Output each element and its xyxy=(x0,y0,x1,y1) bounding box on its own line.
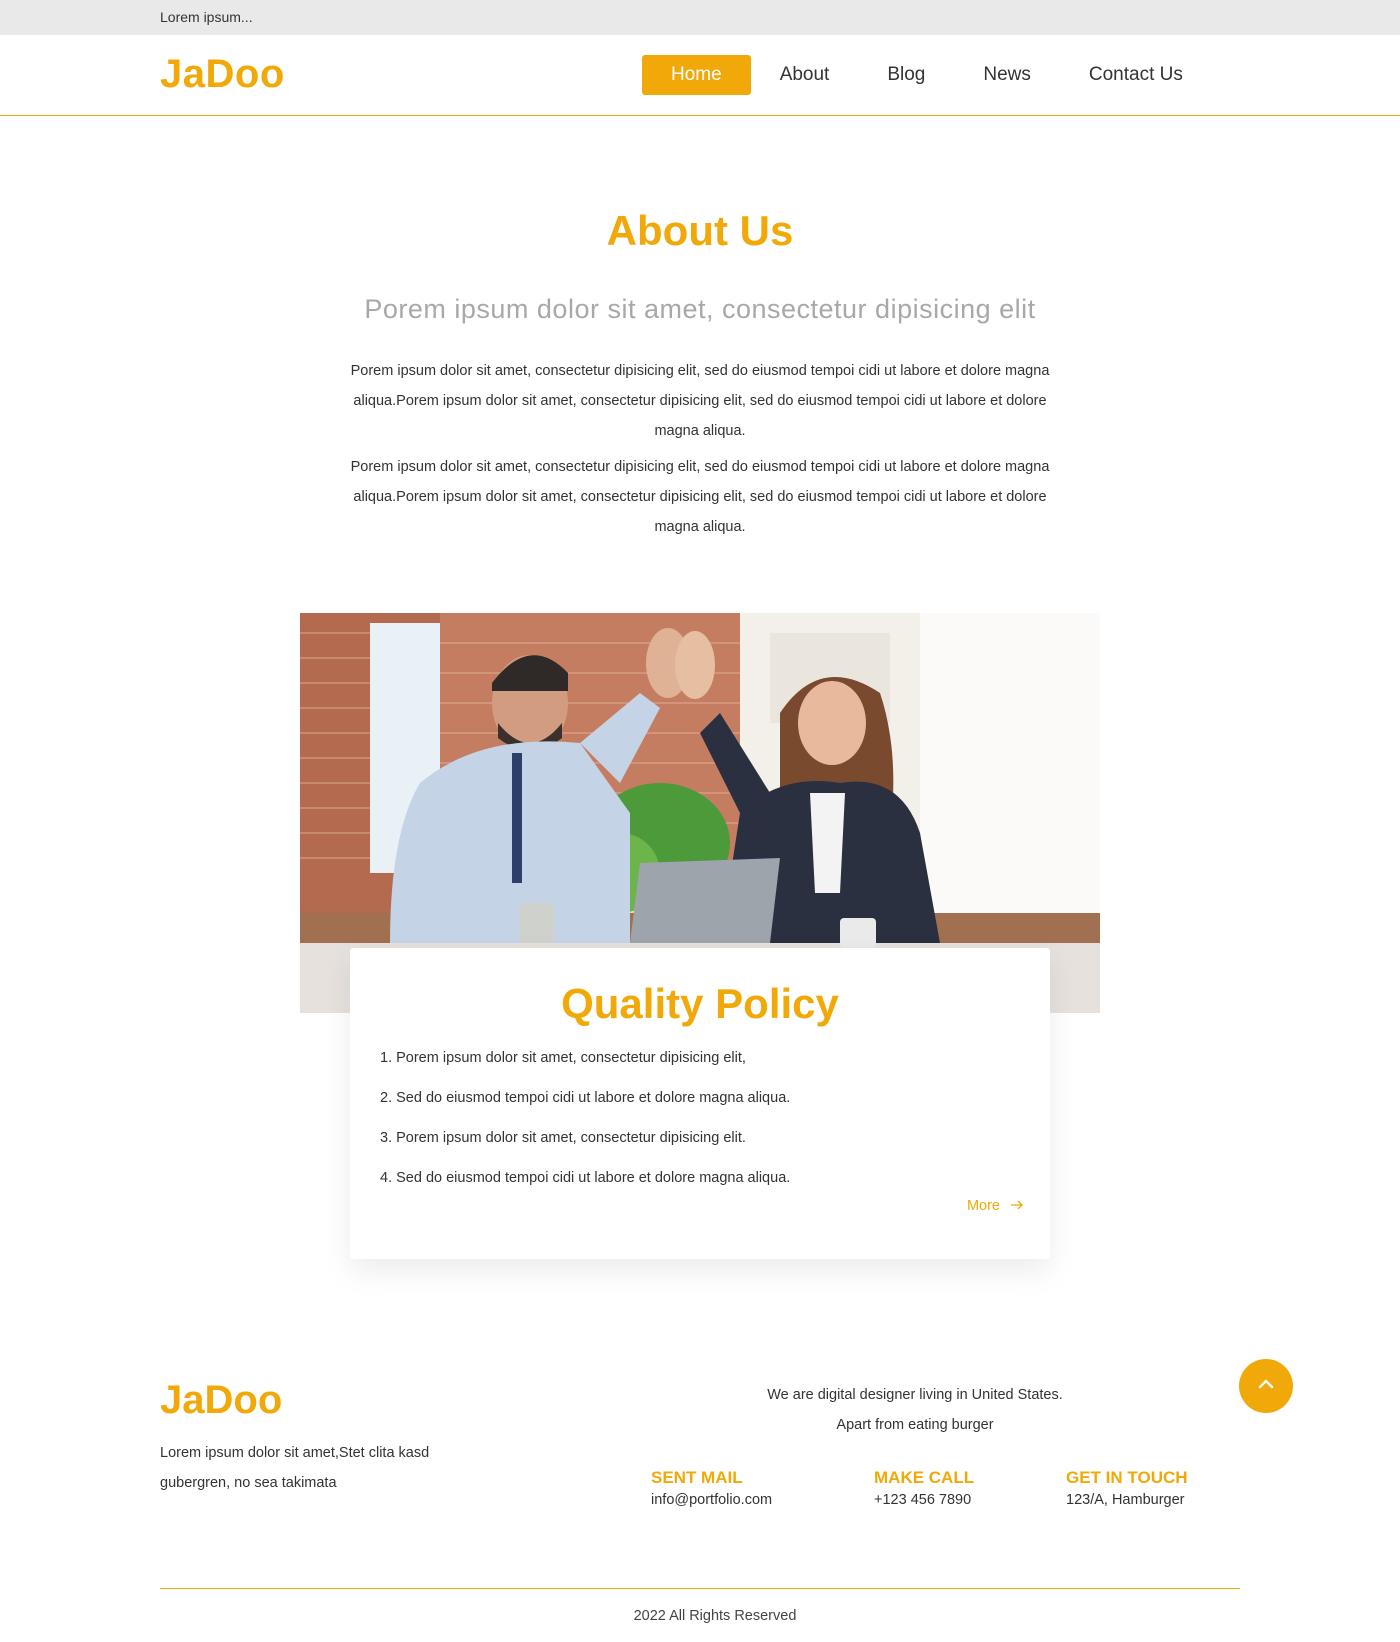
chevron-up-icon xyxy=(1257,1377,1275,1395)
nav-news[interactable]: News xyxy=(954,55,1060,95)
copyright: 2022 All Rights Reserved xyxy=(633,1608,797,1624)
about-title: About Us xyxy=(606,207,794,254)
more-label: More xyxy=(966,1198,1000,1214)
nav-home[interactable]: Home xyxy=(642,55,751,95)
contact-mail-heading: SENT MAIL xyxy=(651,1468,743,1487)
nav-blog[interactable]: Blog xyxy=(858,55,954,95)
contact-address: GET IN TOUCH 123/A, Hamburger xyxy=(1066,1468,1188,1508)
about-paragraph-1: Porem ipsum dolor sit amet, consectetur … xyxy=(350,363,1050,439)
quality-policy-card: Quality Policy 1. Porem ipsum dolor sit … xyxy=(350,948,1050,1259)
footer-tagline-line-1: We are digital designer living in United… xyxy=(767,1387,1063,1403)
contact-mail: SENT MAIL info@portfolio.com xyxy=(651,1468,772,1508)
footer-tagline-line-2: Apart from eating burger xyxy=(836,1417,994,1433)
contact-mail-value[interactable]: info@portfolio.com xyxy=(651,1492,772,1508)
about-subtitle: Porem ipsum dolor sit amet, consectetur … xyxy=(364,294,1036,324)
arrow-right-icon xyxy=(1010,1198,1024,1214)
top-bar-text: Lorem ipsum... xyxy=(160,9,253,25)
list-item: 2. Sed do eiusmod tempoi cidi ut labore … xyxy=(380,1090,791,1106)
footer-description: Lorem ipsum dolor sit amet,Stet clita ka… xyxy=(160,1445,430,1491)
more-link[interactable]: More xyxy=(967,1198,1024,1214)
contact-address-value: 123/A, Hamburger xyxy=(1066,1492,1185,1508)
list-item: 3. Porem ipsum dolor sit amet, consectet… xyxy=(380,1130,746,1146)
site-header: JaDoo Home About Blog News Contact Us xyxy=(0,35,1400,116)
main-nav: Home About Blog News Contact Us xyxy=(642,55,1212,95)
scroll-to-top-button[interactable] xyxy=(1239,1359,1293,1413)
footer-divider xyxy=(160,1588,1240,1589)
footer-logo[interactable]: JaDoo xyxy=(160,1378,282,1423)
quality-policy-list: 1. Porem ipsum dolor sit amet, consectet… xyxy=(380,1048,790,1208)
logo[interactable]: JaDoo xyxy=(160,52,285,97)
footer-tagline: We are digital designer living in United… xyxy=(700,1380,1130,1440)
list-item: 4. Sed do eiusmod tempoi cidi ut labore … xyxy=(380,1170,791,1186)
about-paragraph-2: Porem ipsum dolor sit amet, consectetur … xyxy=(350,459,1050,535)
list-item: 1. Porem ipsum dolor sit amet, consectet… xyxy=(380,1050,746,1066)
nav-about[interactable]: About xyxy=(751,55,859,95)
top-bar: Lorem ipsum... xyxy=(0,0,1400,35)
contact-address-heading: GET IN TOUCH xyxy=(1066,1468,1188,1487)
quality-policy-title: Quality Policy xyxy=(561,980,839,1027)
contact-call: MAKE CALL +123 456 7890 xyxy=(874,1468,974,1508)
contact-call-heading: MAKE CALL xyxy=(874,1468,975,1487)
nav-contact-us[interactable]: Contact Us xyxy=(1060,55,1212,95)
contact-call-value[interactable]: +123 456 7890 xyxy=(874,1492,974,1508)
